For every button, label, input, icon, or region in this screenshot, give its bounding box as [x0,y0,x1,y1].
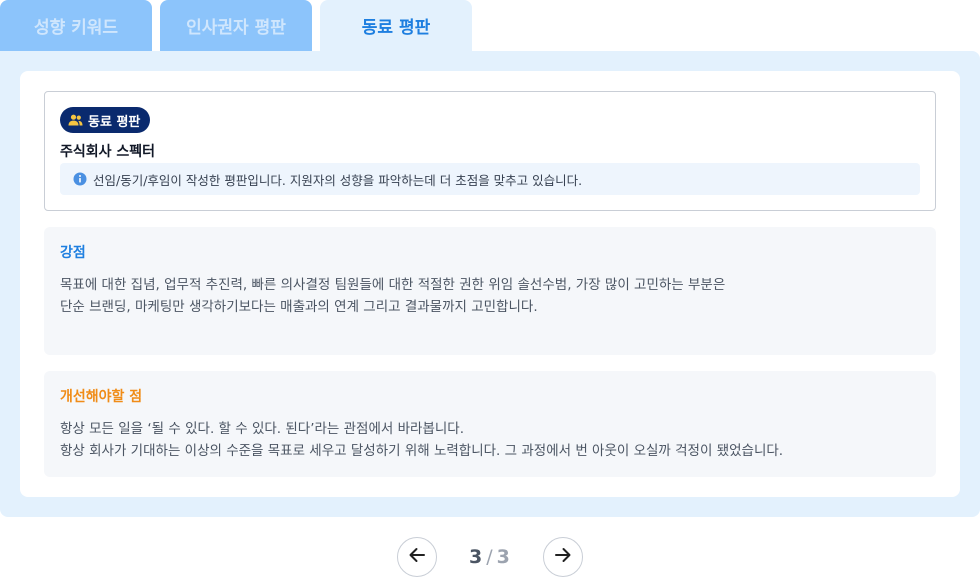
tab-hr-reputation[interactable]: 인사권자 평판 [160,0,312,51]
improvement-title: 개선해야할 점 [60,389,143,405]
page-separator: / [486,546,493,568]
notice-box: 선임/동기/후임이 작성한 평판입니다. 지원자의 성향을 파악하는데 더 초점… [60,163,920,195]
tab-panel: 동료 평판 주식회사 스펙터 선임/동기/후임이 작성한 평판입니다. 지원자의… [0,51,980,517]
strength-line: 목표에 대한 집념, 업무적 추진력, 빠른 의사결정 팀원들에 대한 적절한 … [60,277,726,293]
notice-text: 선임/동기/후임이 작성한 평판입니다. 지원자의 성향을 파악하는데 더 초점… [93,172,583,188]
strength-section: 강점 목표에 대한 집념, 업무적 추진력, 빠른 의사결정 팀원들에 대한 적… [44,227,936,355]
improvement-line: 항상 모든 일을 ‘될 수 있다. 할 수 있다. 된다’라는 관점에서 바라봅… [60,421,464,437]
strength-title: 강점 [60,245,86,261]
review-content: 동료 평판 주식회사 스펙터 선임/동기/후임이 작성한 평판입니다. 지원자의… [20,71,960,497]
company-name: 주식회사 스펙터 [60,144,156,160]
reviewer-card: 동료 평판 주식회사 스펙터 선임/동기/후임이 작성한 평판입니다. 지원자의… [44,91,936,211]
users-icon [68,114,83,126]
strength-line: 단순 브랜딩, 마케팅만 생각하기보다는 매출과의 연계 그리고 결과물까지 고… [60,299,538,315]
improvement-section: 개선해야할 점 항상 모든 일을 ‘될 수 있다. 할 수 있다. 된다’라는 … [44,371,936,477]
improvement-line: 항상 회사가 기대하는 이상의 수준을 목표로 세우고 달성하기 위해 노력합니… [60,443,784,459]
tab-bar: 성향 키워드 인사권자 평판 동료 평판 [0,0,980,51]
total-pages: 3 [496,546,510,568]
tab-peer-reputation[interactable]: 동료 평판 [320,0,472,51]
page-indicator: 3/3 [469,546,510,568]
prev-page-button[interactable] [397,537,437,577]
tab-label: 동료 평판 [361,18,431,38]
tab-personality-keywords[interactable]: 성향 키워드 [0,0,152,51]
tab-label: 인사권자 평판 [186,18,286,38]
arrow-left-icon [408,546,426,568]
pagination: 3/3 [0,537,980,577]
next-page-button[interactable] [543,537,583,577]
badge-label: 동료 평판 [88,114,141,130]
tab-label: 성향 키워드 [33,18,119,38]
info-icon [73,172,87,186]
current-page: 3 [469,546,483,568]
peer-review-badge: 동료 평판 [60,107,151,133]
arrow-right-icon [554,546,572,568]
